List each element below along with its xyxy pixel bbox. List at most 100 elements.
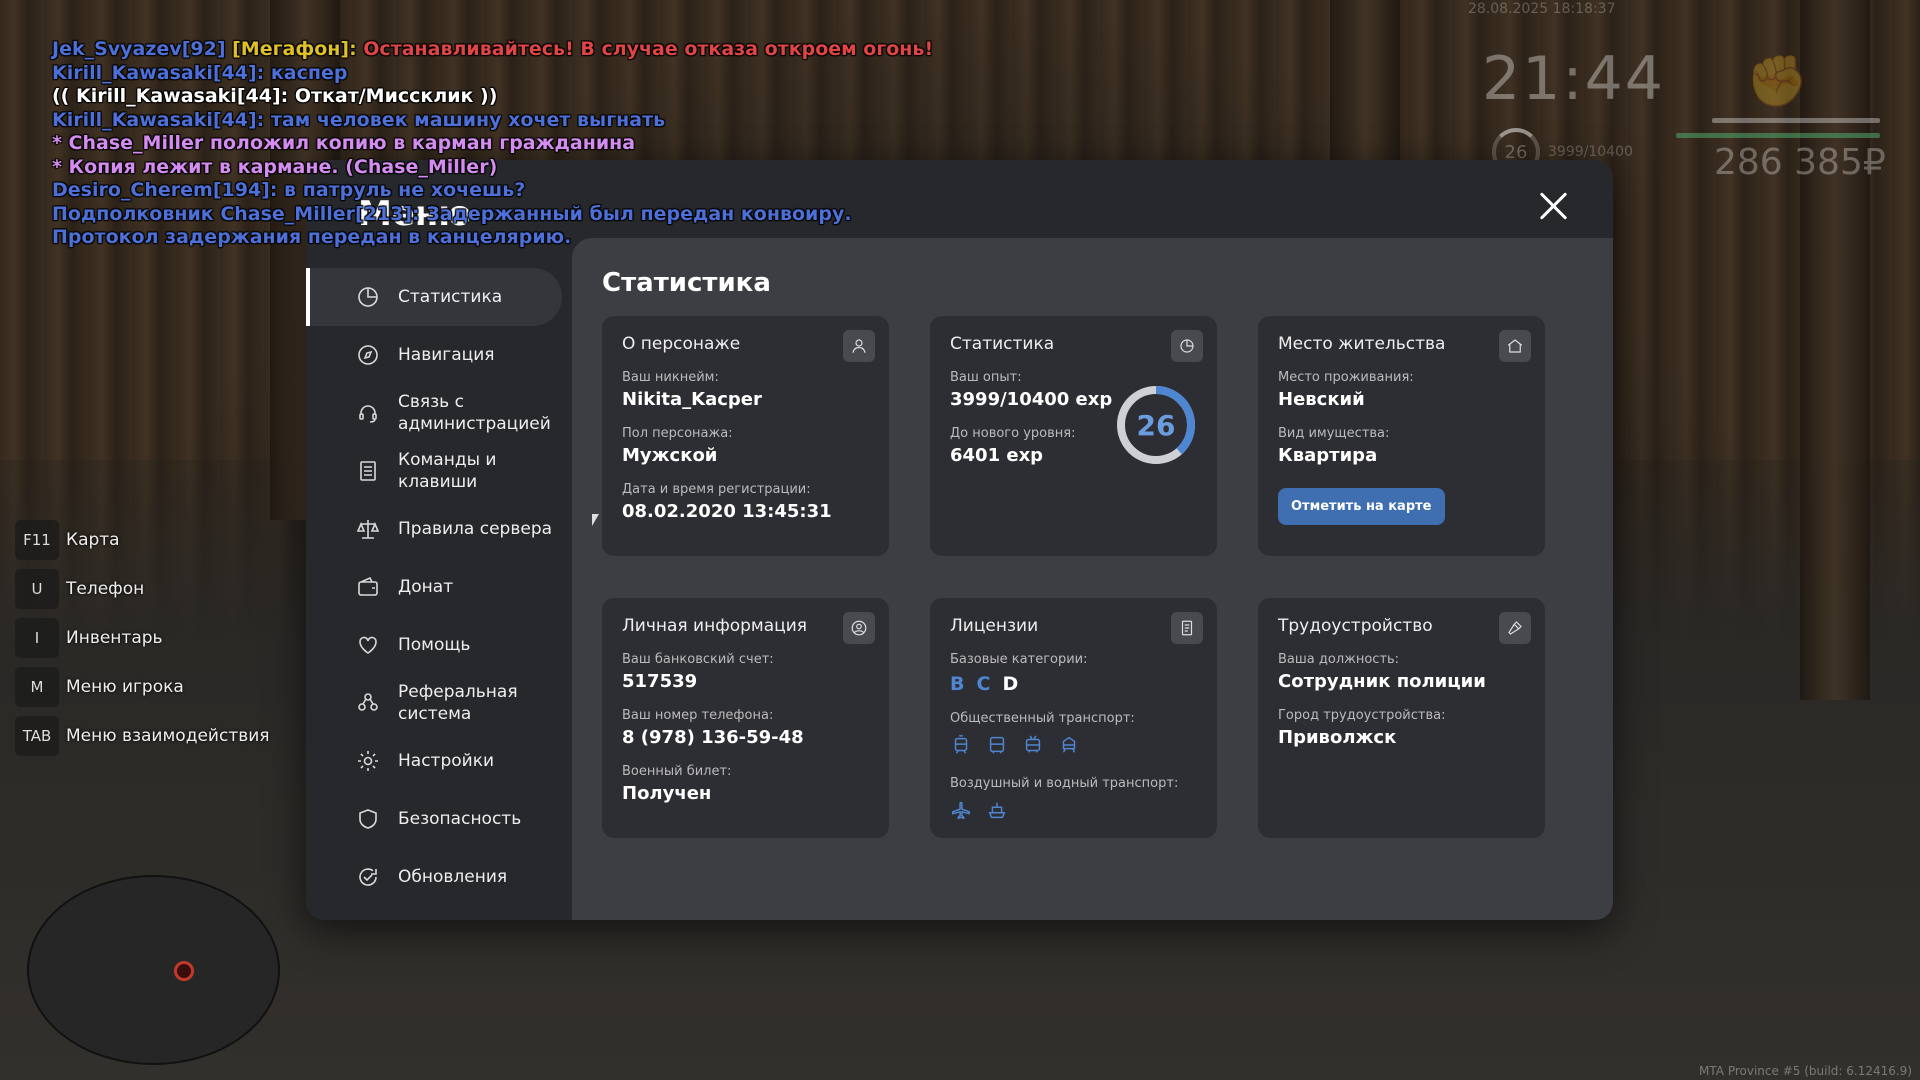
wallet-icon [354, 573, 382, 601]
hud-datetime: 28.08.2025 18:18:37 [1468, 1, 1616, 17]
stats-content: Статистика О персонаже Ваш никнейм: Niki… [572, 238, 1613, 920]
scales-icon [354, 515, 382, 543]
card-title: Трудоустройство [1278, 616, 1433, 636]
registration-value: 08.02.2020 13:45:31 [622, 501, 832, 522]
sidebar-item-label: Обновления [398, 867, 508, 887]
employment-city-value: Приволжск [1278, 727, 1397, 748]
card-employment: Трудоустройство Ваша должность: Сотрудни… [1258, 598, 1545, 838]
field-label: Военный билет: [622, 764, 732, 779]
sidebar-item-help[interactable]: Помощь [306, 616, 562, 674]
military-id-value: Получен [622, 783, 712, 804]
chat-message: Desiro_Cherem[194]: в патруль не хочешь? [52, 179, 526, 201]
keyhint-phone[interactable]: U Телефон [15, 569, 270, 609]
train-icon [1058, 734, 1080, 760]
key-badge: U [15, 569, 59, 609]
chat-line: Desiro_Cherem[194]: в патруль не хочешь? [52, 179, 952, 203]
chat-log: Jek_Svyazev[92] [Мегафон]: Останавливайт… [52, 38, 952, 250]
user-icon [843, 330, 875, 362]
key-badge: TAB [15, 716, 59, 756]
close-button[interactable] [1533, 186, 1573, 226]
player-marker-icon [174, 961, 194, 981]
keyhint-map[interactable]: F11 Карта [15, 520, 270, 560]
chat-tag: [Мегафон]: [232, 38, 364, 60]
trolleybus-icon [1022, 734, 1044, 760]
sidebar: Статистика Навигация Связь с администрац… [306, 268, 572, 906]
position-value: Сотрудник полиции [1278, 671, 1486, 692]
nickname-value: Nikita_Kacper [622, 389, 762, 410]
keyhint-player-menu[interactable]: M Меню игрока [15, 667, 270, 707]
field-label: Ваша должность: [1278, 652, 1400, 667]
sidebar-item-security[interactable]: Безопасность [306, 790, 562, 848]
card-experience: Статистика Ваш опыт: 3999/10400 exp До н… [930, 316, 1217, 556]
sidebar-item-settings[interactable]: Настройки [306, 732, 562, 790]
sidebar-item-label: Навигация [398, 345, 495, 365]
key-badge: F11 [15, 520, 59, 560]
card-character: О персонаже Ваш никнейм: Nikita_Kacper П… [602, 316, 889, 556]
sidebar-item-label: Помощь [398, 635, 471, 655]
card-licenses: Лицензии Базовые категории: B C D Общест… [930, 598, 1217, 838]
field-label: Базовые категории: [950, 652, 1088, 667]
heart-hand-icon [354, 631, 382, 659]
sidebar-item-stats[interactable]: Статистика [306, 268, 562, 326]
hud-clock: 21:44 [1482, 44, 1665, 114]
card-residence: Место жительства Место проживания: Невск… [1258, 316, 1545, 556]
compass-icon [354, 341, 382, 369]
chat-message: * Копия лежит в кармане. (Chase_Miller) [52, 155, 498, 178]
sidebar-item-admin-contact[interactable]: Связь с администрацией [306, 384, 551, 442]
sidebar-item-referral[interactable]: Реферальная система [306, 674, 518, 732]
license-categories: B C D [950, 673, 1197, 695]
pie-chart-icon [354, 283, 382, 311]
stamina-bar [1676, 133, 1880, 138]
level-progress-ring: 26 [1115, 384, 1197, 466]
mouse-cursor-icon [592, 514, 599, 526]
document-list-icon [354, 457, 382, 485]
chat-line: Kirill_Kawasaki[44]: каспер [52, 62, 952, 86]
keyhint-label: Телефон [66, 579, 145, 599]
referral-people-icon [354, 689, 382, 717]
level-number: 26 [1136, 408, 1176, 442]
key-badge: M [15, 667, 59, 707]
keyhint-interaction-menu[interactable]: TAB Меню взаимодействия [15, 716, 270, 756]
keyhint-inventory[interactable]: I Инвентарь [15, 618, 270, 658]
boat-icon [986, 799, 1008, 825]
property-value: Квартира [1278, 445, 1378, 466]
field-label: Ваш номер телефона: [622, 708, 774, 723]
chat-message: Kirill_Kawasaki[44]: каспер [52, 61, 348, 84]
bus-icon [986, 734, 1008, 760]
field-label: Дата и время регистрации: [622, 482, 811, 497]
chat-line: Kirill_Kawasaki[44]: там человек машину … [52, 109, 952, 133]
card-title: Статистика [950, 334, 1055, 354]
chat-line: Jek_Svyazev[92] [Мегафон]: Останавливайт… [52, 38, 952, 62]
shield-icon [354, 805, 382, 833]
sidebar-item-updates[interactable]: Обновления [306, 848, 562, 906]
sidebar-item-rules[interactable]: Правила сервера [306, 500, 562, 558]
sidebar-item-donate[interactable]: Донат [306, 558, 562, 616]
category-c: C [976, 673, 991, 695]
keyhint-label: Карта [66, 530, 120, 550]
chat-message: Подполковник Chase_Miller[213]: Задержан… [52, 202, 859, 249]
keyhint-label: Меню взаимодействия [66, 726, 270, 746]
page-title: Статистика [602, 268, 771, 298]
bank-account-value: 517539 [622, 671, 698, 692]
chat-author: Jek_Svyazev[92] [52, 38, 233, 60]
gear-icon [354, 747, 382, 775]
key-badge: I [15, 618, 59, 658]
chat-line: (( Kirill_Kawasaki[44]: Откат/Миссклик )… [52, 85, 952, 109]
mark-on-map-button[interactable]: Отметить на карте [1278, 488, 1445, 525]
sidebar-item-commands[interactable]: Команды и клавиши [306, 442, 506, 500]
keyhint-label: Инвентарь [66, 628, 163, 648]
card-personal-info: Личная информация Ваш банковский счет: 5… [602, 598, 889, 838]
hammer-icon [1499, 612, 1531, 644]
health-bar [1712, 118, 1880, 123]
field-label: Место проживания: [1278, 370, 1414, 385]
field-label: Город трудоустройства: [1278, 708, 1446, 723]
sidebar-item-navigation[interactable]: Навигация [306, 326, 562, 384]
sidebar-item-label: Статистика [398, 287, 503, 307]
main-menu-window: Меню Статистика Навигация Связь с админи… [306, 160, 1613, 920]
card-title: Место жительства [1278, 334, 1446, 354]
chat-message: * Chase_Miller положил копию в карман гр… [52, 132, 636, 154]
chat-message: Kirill_Kawasaki[44]: там человек машину … [52, 108, 666, 131]
residence-value: Невский [1278, 389, 1365, 410]
keyhint-label: Меню игрока [66, 677, 184, 697]
field-label: Пол персонажа: [622, 426, 733, 441]
